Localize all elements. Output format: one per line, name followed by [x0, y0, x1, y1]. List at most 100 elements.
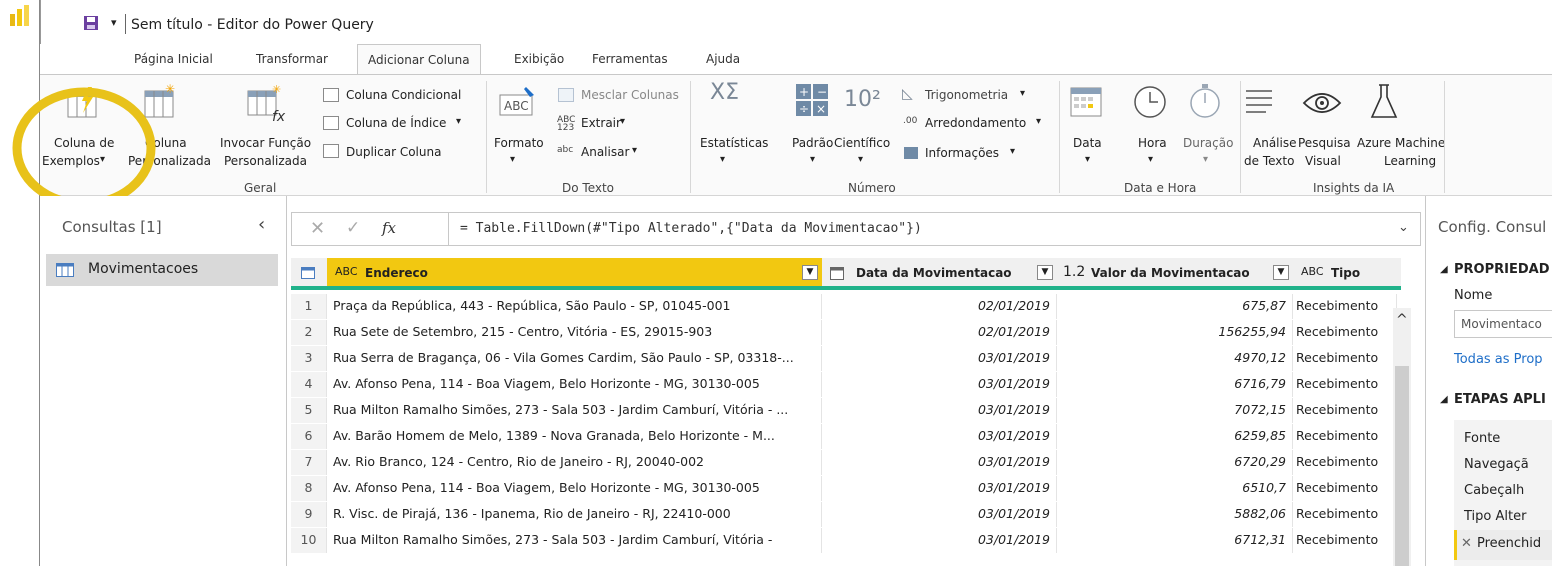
- pesquisa-visual-label-1[interactable]: Pesquisa: [1298, 136, 1351, 150]
- invocar-label-1[interactable]: Invocar Função: [220, 136, 311, 150]
- cell-data[interactable]: 03/01/2019: [822, 346, 1057, 371]
- trigonometria-button[interactable]: Trigonometria: [925, 88, 1008, 102]
- data-dropdown-icon[interactable]: ▾: [1085, 154, 1090, 165]
- delete-step-icon[interactable]: ✕: [1461, 536, 1472, 551]
- informacoes-dropdown-icon[interactable]: ▾: [1010, 146, 1015, 157]
- cell-endereco[interactable]: Rua Sete de Setembro, 215 - Centro, Vitó…: [327, 320, 822, 345]
- tab-pagina-inicial[interactable]: Página Inicial: [134, 52, 213, 66]
- analisar-button[interactable]: Analisar: [581, 145, 629, 159]
- cell-endereco[interactable]: Praça da República, 443 - República, São…: [327, 294, 822, 319]
- cell-endereco[interactable]: Av. Afonso Pena, 114 - Boa Viagem, Belo …: [327, 476, 822, 501]
- fx-icon[interactable]: fx: [382, 219, 396, 237]
- estatisticas-button[interactable]: Estatísticas: [700, 136, 768, 150]
- collapse-panel-icon[interactable]: ‹: [258, 214, 265, 235]
- cell-endereco[interactable]: R. Visc. de Pirajá, 136 - Ipanema, Rio d…: [327, 502, 822, 527]
- cell-data[interactable]: 03/01/2019: [822, 528, 1057, 553]
- pesquisa-visual-label-2[interactable]: Visual: [1305, 154, 1341, 168]
- trigonometria-dropdown-icon[interactable]: ▾: [1020, 88, 1025, 99]
- tab-ajuda[interactable]: Ajuda: [706, 52, 740, 66]
- row-number[interactable]: 10: [291, 528, 327, 553]
- filter-dropdown-icon[interactable]: ▼: [802, 265, 818, 280]
- table-row[interactable]: 10 Rua Milton Ramalho Simões, 273 - Sala …: [291, 528, 1401, 553]
- row-number[interactable]: 2: [291, 320, 327, 345]
- nome-input[interactable]: Movimentaco: [1454, 310, 1552, 338]
- coluna-indice-button[interactable]: Coluna de Índice: [346, 116, 446, 130]
- cell-data[interactable]: 03/01/2019: [822, 502, 1057, 527]
- estatisticas-dropdown-icon[interactable]: ▾: [720, 154, 725, 165]
- table-row[interactable]: 5 Rua Milton Ramalho Simões, 273 - Sala 5…: [291, 398, 1401, 423]
- quick-access-dropdown-icon[interactable]: ▾: [111, 16, 117, 29]
- column-header-valor[interactable]: 1.2 Valor da Movimentacao ▼: [1057, 258, 1293, 290]
- cell-tipo[interactable]: Recebimento: [1293, 424, 1397, 449]
- azure-ml-label-2[interactable]: Learning: [1384, 154, 1436, 168]
- table-row[interactable]: 7 Av. Rio Branco, 124 - Centro, Rio de Ja…: [291, 450, 1401, 475]
- coluna-condicional-button[interactable]: Coluna Condicional: [346, 88, 461, 102]
- extrair-button[interactable]: Extrair: [581, 116, 621, 130]
- arredondamento-button[interactable]: Arredondamento: [925, 116, 1026, 130]
- row-number[interactable]: 5: [291, 398, 327, 423]
- azure-ml-label-1[interactable]: Azure Machine: [1357, 136, 1445, 150]
- cell-endereco[interactable]: Av. Rio Branco, 124 - Centro, Rio de Jan…: [327, 450, 822, 475]
- tab-ferramentas[interactable]: Ferramentas: [592, 52, 668, 66]
- arredondamento-dropdown-icon[interactable]: ▾: [1036, 116, 1041, 127]
- row-number[interactable]: 4: [291, 372, 327, 397]
- cell-endereco[interactable]: Rua Milton Ramalho Simões, 273 - Sala 50…: [327, 528, 822, 553]
- todas-propriedades-link[interactable]: Todas as Prop: [1454, 352, 1543, 367]
- cell-valor[interactable]: 4970,12: [1057, 346, 1293, 371]
- cell-tipo[interactable]: Recebimento: [1293, 346, 1397, 371]
- table-row[interactable]: 1 Praça da República, 443 - República, Sã…: [291, 294, 1401, 319]
- duracao-dropdown-icon[interactable]: ▾: [1203, 154, 1208, 165]
- row-number[interactable]: 1: [291, 294, 327, 319]
- invocar-label-2[interactable]: Personalizada: [224, 154, 307, 168]
- save-icon[interactable]: [83, 15, 99, 31]
- cell-data[interactable]: 03/01/2019: [822, 398, 1057, 423]
- step-item[interactable]: Tipo Alter: [1464, 509, 1526, 524]
- extrair-dropdown-icon[interactable]: ▾: [620, 116, 625, 127]
- cell-tipo[interactable]: Recebimento: [1293, 450, 1397, 475]
- cell-tipo[interactable]: Recebimento: [1293, 398, 1397, 423]
- hora-dropdown-icon[interactable]: ▾: [1148, 154, 1153, 165]
- cell-endereco[interactable]: Av. Afonso Pena, 114 - Boa Viagem, Belo …: [327, 372, 822, 397]
- filter-dropdown-icon[interactable]: ▼: [1273, 265, 1289, 280]
- collapse-triangle-icon[interactable]: ◢: [1440, 394, 1448, 405]
- table-row[interactable]: 9 R. Visc. de Pirajá, 136 - Ipanema, Rio …: [291, 502, 1401, 527]
- formula-text[interactable]: = Table.FillDown(#"Tipo Alterado",{"Data…: [460, 221, 922, 236]
- commit-icon[interactable]: ✓: [346, 218, 360, 238]
- padrao-button[interactable]: Padrão: [792, 136, 833, 150]
- mesclar-colunas-button[interactable]: Mesclar Colunas: [581, 88, 679, 102]
- cell-valor[interactable]: 6716,79: [1057, 372, 1293, 397]
- cientifico-dropdown-icon[interactable]: ▾: [858, 154, 863, 165]
- column-header-endereco[interactable]: ABC Endereco ▼: [327, 258, 822, 290]
- cell-tipo[interactable]: Recebimento: [1293, 502, 1397, 527]
- cell-tipo[interactable]: Recebimento: [1293, 320, 1397, 345]
- cell-valor[interactable]: 7072,15: [1057, 398, 1293, 423]
- formato-button[interactable]: Formato: [494, 136, 544, 150]
- cell-data[interactable]: 03/01/2019: [822, 424, 1057, 449]
- analisar-dropdown-icon[interactable]: ▾: [632, 145, 637, 156]
- cell-valor[interactable]: 156255,94: [1057, 320, 1293, 345]
- row-number[interactable]: 6: [291, 424, 327, 449]
- type-decimal-icon[interactable]: 1.2: [1063, 264, 1085, 280]
- table-corner-menu[interactable]: [291, 258, 327, 290]
- row-number[interactable]: 7: [291, 450, 327, 475]
- table-row[interactable]: 2 Rua Sete de Setembro, 215 - Centro, Vit…: [291, 320, 1401, 345]
- cell-valor[interactable]: 5882,06: [1057, 502, 1293, 527]
- cell-valor[interactable]: 6720,29: [1057, 450, 1293, 475]
- table-row[interactable]: 6 Av. Barão Homem de Melo, 1389 - Nova Gr…: [291, 424, 1401, 449]
- type-date-icon[interactable]: [830, 267, 844, 280]
- cell-endereco[interactable]: Rua Milton Ramalho Simões, 273 - Sala 50…: [327, 398, 822, 423]
- filter-dropdown-icon[interactable]: ▼: [1037, 265, 1053, 280]
- data-button[interactable]: Data: [1073, 136, 1102, 150]
- indice-dropdown-icon[interactable]: ▾: [456, 116, 461, 127]
- row-number[interactable]: 3: [291, 346, 327, 371]
- cell-tipo[interactable]: Recebimento: [1293, 528, 1397, 553]
- step-item[interactable]: Cabeçalh: [1464, 483, 1524, 498]
- cell-data[interactable]: 03/01/2019: [822, 372, 1057, 397]
- padrao-dropdown-icon[interactable]: ▾: [810, 154, 815, 165]
- expand-formula-icon[interactable]: ⌄: [1398, 220, 1409, 235]
- column-header-tipo[interactable]: ABC Tipo: [1293, 258, 1401, 290]
- duracao-button[interactable]: Duração: [1183, 136, 1233, 150]
- collapse-triangle-icon[interactable]: ◢: [1440, 264, 1448, 275]
- cell-tipo[interactable]: Recebimento: [1293, 294, 1397, 319]
- cell-valor[interactable]: 6510,7: [1057, 476, 1293, 501]
